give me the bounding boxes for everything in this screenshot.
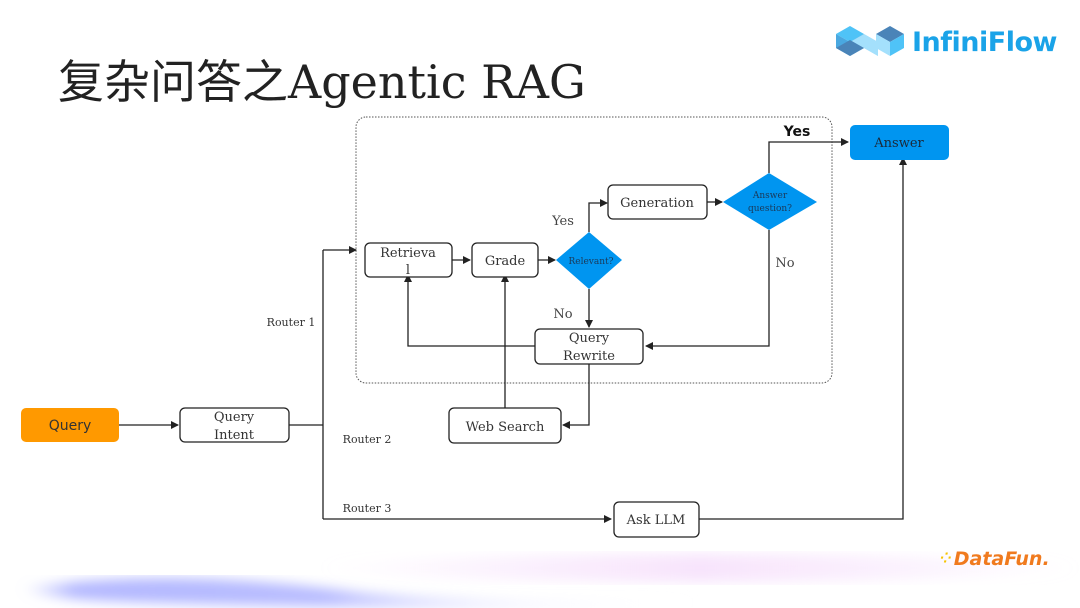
node-query-intent-label-1: Query	[214, 410, 255, 425]
edge-relevant-yes-to-generation	[588, 199, 608, 232]
node-retrieval[interactable]: Retrieva l	[364, 242, 453, 278]
node-relevant-label: Relevant?	[569, 257, 614, 267]
label-relevant-no: No	[553, 307, 572, 322]
label-answer-no: No	[775, 256, 794, 271]
edge-answer-no-to-rewrite	[645, 230, 770, 350]
node-answer-question-decision[interactable]: Answer question?	[723, 173, 817, 230]
node-ask-llm[interactable]: Ask LLM	[613, 501, 700, 538]
node-query-intent-label-2: Intent	[214, 428, 255, 443]
node-relevant-decision[interactable]: Relevant?	[556, 232, 622, 289]
datafun-dots-icon: ⁘	[940, 551, 952, 567]
agentic-rag-flow-diagram: Query Query Intent Retrieva l Grade Rele…	[21, 116, 949, 538]
edge-rewrite-to-retrieval	[404, 274, 535, 347]
node-ask-llm-label: Ask LLM	[626, 513, 686, 528]
node-generation-label: Generation	[620, 196, 694, 211]
node-retrieval-label-2: l	[406, 263, 410, 278]
node-query-rewrite-label-2: Rewrite	[563, 349, 615, 364]
label-relevant-yes: Yes	[551, 214, 574, 229]
node-query-label: Query	[49, 418, 92, 434]
node-retrieval-label-1: Retrieva	[380, 246, 436, 261]
edge-answer-yes-to-answer	[768, 138, 849, 173]
node-generation[interactable]: Generation	[607, 184, 708, 220]
edge-ask-llm-to-answer	[699, 157, 907, 520]
node-web-search-label: Web Search	[466, 420, 545, 435]
node-query-intent[interactable]: Query Intent	[179, 407, 290, 443]
node-grade-label: Grade	[485, 254, 526, 269]
label-answer-yes: Yes	[783, 124, 811, 140]
edge-rewrite-to-web-search	[562, 364, 590, 429]
label-router-1: Router 1	[267, 316, 316, 329]
datafun-logo-text: DataFun.	[953, 548, 1050, 570]
node-answer-question-label-1: Answer	[752, 191, 788, 201]
node-query-rewrite-label-1: Query	[569, 331, 610, 346]
node-answer[interactable]: Answer	[850, 125, 949, 160]
node-answer-label: Answer	[873, 136, 924, 151]
node-query[interactable]: Query	[21, 408, 119, 442]
label-router-3: Router 3	[343, 502, 392, 515]
datafun-logo: ⁘ DataFun.	[940, 548, 1050, 570]
label-router-2: Router 2	[343, 433, 392, 446]
node-grade[interactable]: Grade	[471, 242, 539, 278]
node-query-rewrite[interactable]: Query Rewrite	[534, 328, 644, 365]
node-answer-question-label-2: question?	[748, 204, 792, 214]
node-web-search[interactable]: Web Search	[448, 407, 562, 444]
